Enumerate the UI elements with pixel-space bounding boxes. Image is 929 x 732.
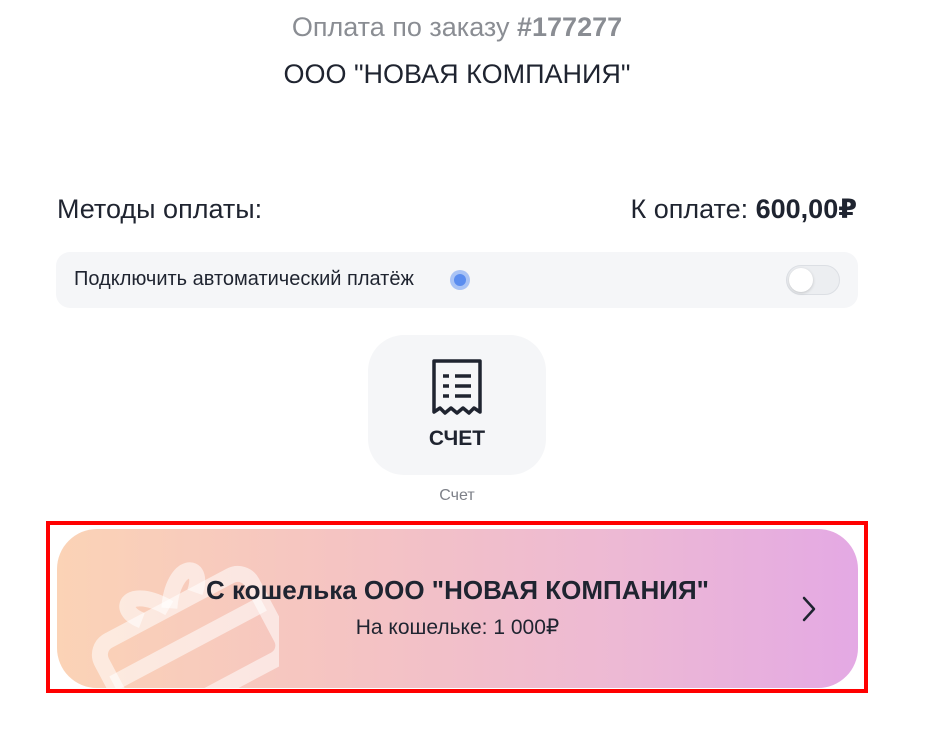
method-tile-invoice[interactable]: СЧЕТ bbox=[368, 335, 546, 475]
chevron-right-icon bbox=[802, 596, 816, 622]
method-caption: Счет bbox=[439, 487, 475, 504]
amount-value: 600,00₽ bbox=[755, 194, 857, 224]
autopay-toggle[interactable] bbox=[786, 265, 840, 295]
amount-to-pay: К оплате: 600,00₽ bbox=[630, 194, 857, 225]
order-title: Оплата по заказу #177277 bbox=[0, 12, 914, 43]
receipt-icon bbox=[432, 359, 482, 415]
method-tile-label: СЧЕТ bbox=[428, 427, 486, 450]
wallet-balance: На кошельке: 1 000₽ bbox=[355, 616, 560, 639]
wallet-title: С кошелька ООО "НОВАЯ КОМПАНИЯ" bbox=[206, 575, 709, 605]
wallet-pay-button[interactable]: С кошелька ООО "НОВАЯ КОМПАНИЯ" На кошел… bbox=[57, 529, 858, 688]
order-number: #177277 bbox=[517, 12, 623, 42]
order-title-prefix: Оплата по заказу bbox=[291, 12, 517, 42]
company-name: ООО "НОВАЯ КОМПАНИЯ" bbox=[283, 59, 631, 89]
autopay-row: Подключить автоматический платёж bbox=[56, 252, 858, 308]
toggle-knob bbox=[789, 268, 813, 292]
autopay-label: Подключить автоматический платёж bbox=[74, 268, 414, 290]
amount-label: К оплате: bbox=[630, 194, 756, 224]
payment-methods-label: Методы оплаты: bbox=[57, 194, 263, 224]
info-dot-icon[interactable] bbox=[450, 270, 470, 290]
